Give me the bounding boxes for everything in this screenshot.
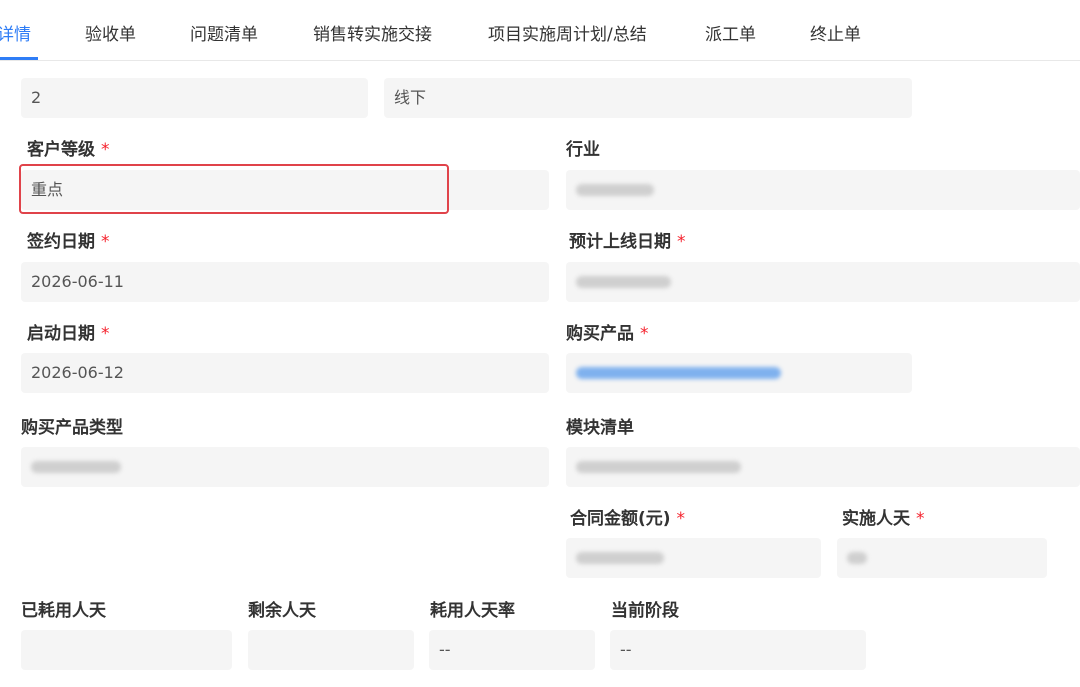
purchased-product-type-field[interactable] — [21, 447, 549, 487]
required-mark: * — [640, 324, 649, 344]
customer-level-field[interactable]: 重点 — [21, 170, 549, 210]
contract-amount-label: 合同金额(元) * — [570, 509, 686, 529]
current-stage-field[interactable]: -- — [610, 630, 866, 670]
purchased-product-label: 购买产品 * — [566, 324, 649, 344]
module-list-field[interactable] — [566, 447, 1080, 487]
start-date-field[interactable]: 2026-06-12 — [21, 353, 549, 393]
top-field-2[interactable]: 线下 — [384, 78, 912, 118]
required-mark: * — [676, 509, 686, 529]
industry-label: 行业 — [566, 140, 600, 160]
used-person-days-rate-label: 耗用人天率 — [430, 601, 515, 621]
required-mark: * — [101, 324, 110, 344]
required-mark: * — [101, 140, 110, 160]
tab-weekly-plan[interactable]: 项目实施周计划/总结 — [488, 20, 647, 45]
expected-online-date-field[interactable] — [566, 262, 1080, 302]
implementation-person-days-label: 实施人天 * — [842, 509, 925, 529]
tab-issue-list[interactable]: 问题清单 — [190, 20, 258, 45]
used-person-days-rate-field[interactable]: -- — [429, 630, 595, 670]
start-date-label: 启动日期 * — [27, 324, 110, 344]
redacted-text — [576, 551, 664, 564]
top-field-1[interactable]: 2 — [21, 78, 368, 118]
module-list-label: 模块清单 — [566, 418, 634, 438]
tab-details[interactable]: 详情 — [0, 20, 31, 45]
used-person-days-label: 已耗用人天 — [21, 601, 106, 621]
tab-dispatch[interactable]: 派工单 — [705, 20, 756, 45]
active-tab-indicator — [0, 57, 38, 60]
implementation-person-days-field[interactable] — [837, 538, 1047, 578]
expected-online-date-label: 预计上线日期 * — [569, 232, 686, 252]
tab-bar: 详情 验收单 问题清单 销售转实施交接 项目实施周计划/总结 派工单 终止单 — [0, 0, 1080, 61]
customer-level-label: 客户等级 * — [27, 140, 110, 160]
sign-date-field[interactable]: 2026-06-11 — [21, 262, 549, 302]
redacted-text — [576, 183, 654, 196]
industry-field[interactable] — [566, 170, 1080, 210]
purchased-product-field[interactable] — [566, 353, 912, 393]
required-mark: * — [677, 232, 686, 252]
redacted-text — [31, 460, 121, 473]
remaining-person-days-field[interactable] — [248, 630, 414, 670]
tab-sales-handover[interactable]: 销售转实施交接 — [313, 20, 432, 45]
sign-date-label: 签约日期 * — [27, 232, 110, 252]
required-mark: * — [101, 232, 110, 252]
remaining-person-days-label: 剩余人天 — [248, 601, 316, 621]
required-mark: * — [916, 509, 925, 529]
redacted-text — [576, 460, 741, 473]
current-stage-label: 当前阶段 — [611, 601, 679, 621]
redacted-text — [576, 275, 671, 288]
tab-termination[interactable]: 终止单 — [810, 20, 861, 45]
tab-acceptance[interactable]: 验收单 — [85, 20, 136, 45]
used-person-days-field[interactable] — [21, 630, 232, 670]
redacted-link[interactable] — [576, 366, 781, 379]
redacted-text — [847, 551, 867, 564]
contract-amount-field[interactable] — [566, 538, 821, 578]
purchased-product-type-label: 购买产品类型 — [21, 418, 123, 438]
